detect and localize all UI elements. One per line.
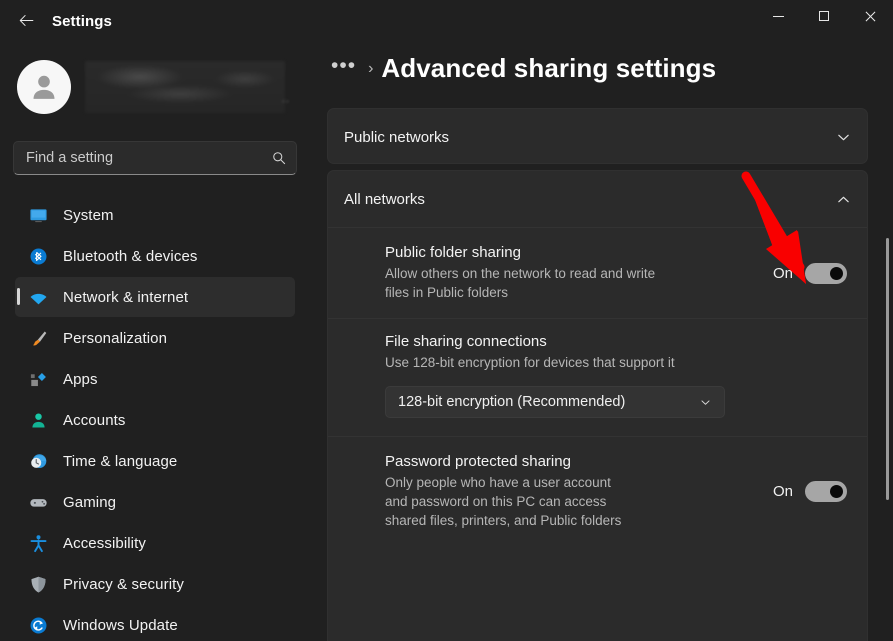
setting-description: Only people who have a user account and … bbox=[385, 475, 622, 528]
refresh-circle-icon bbox=[27, 614, 49, 636]
sidebar-nav: System Bluetooth & devices Network & int… bbox=[0, 195, 310, 641]
encryption-dropdown[interactable]: 128-bit encryption (Recommended) bbox=[385, 386, 725, 418]
sidebar-item-privacy-security[interactable]: Privacy & security bbox=[15, 564, 295, 604]
monitor-icon bbox=[27, 204, 49, 226]
sidebar-item-network-internet[interactable]: Network & internet bbox=[15, 277, 295, 317]
sidebar-item-label: Network & internet bbox=[63, 288, 189, 306]
public-folder-sharing-toggle[interactable] bbox=[805, 262, 847, 284]
close-button[interactable] bbox=[847, 0, 893, 32]
sidebar-item-label: Bluetooth & devices bbox=[63, 247, 198, 265]
sidebar-item-personalization[interactable]: Personalization bbox=[15, 318, 295, 358]
search-box[interactable] bbox=[13, 141, 297, 175]
sidebar-item-accounts[interactable]: Accounts bbox=[15, 400, 295, 440]
account-name-redacted: .. bbox=[85, 61, 289, 113]
apps-icon bbox=[27, 368, 49, 390]
sidebar-item-label: Accounts bbox=[63, 411, 126, 429]
sidebar-item-system[interactable]: System bbox=[15, 195, 295, 235]
clock-globe-icon bbox=[27, 450, 49, 472]
title-bar: Settings bbox=[0, 0, 893, 40]
shield-icon bbox=[27, 573, 49, 595]
account-tile[interactable]: .. bbox=[17, 55, 297, 119]
back-arrow-icon bbox=[19, 14, 33, 26]
sidebar: .. System bbox=[0, 40, 310, 641]
toggle-knob bbox=[830, 266, 843, 280]
sidebar-item-label: Personalization bbox=[63, 329, 168, 347]
row-password-protected-sharing: Password protected sharing Only people w… bbox=[328, 436, 867, 546]
maximize-button[interactable] bbox=[801, 0, 847, 32]
back-button[interactable] bbox=[10, 5, 42, 35]
card-public-networks: Public networks bbox=[327, 108, 868, 164]
account-person-icon bbox=[27, 409, 49, 431]
page-title: Advanced sharing settings bbox=[381, 53, 717, 83]
sidebar-item-label: Gaming bbox=[63, 493, 117, 511]
vertical-scrollbar[interactable] bbox=[886, 238, 889, 500]
gamepad-icon bbox=[27, 491, 49, 513]
minimize-button[interactable] bbox=[755, 0, 801, 32]
paintbrush-icon bbox=[27, 327, 49, 349]
search-icon bbox=[262, 151, 296, 165]
all-networks-header[interactable]: All networks bbox=[328, 171, 867, 227]
sidebar-item-label: Windows Update bbox=[63, 616, 178, 634]
main-content: ••• › Advanced sharing settings Public n… bbox=[310, 40, 893, 641]
password-protected-sharing-state: On bbox=[772, 483, 793, 500]
encryption-dropdown-value: 128-bit encryption (Recommended) bbox=[398, 394, 626, 410]
public-networks-header[interactable]: Public networks bbox=[328, 109, 867, 165]
close-icon bbox=[865, 11, 875, 21]
sidebar-item-label: Privacy & security bbox=[63, 575, 184, 593]
toggle-knob bbox=[830, 485, 843, 498]
sidebar-item-accessibility[interactable]: Accessibility bbox=[15, 523, 295, 563]
chevron-down-icon[interactable] bbox=[695, 392, 715, 412]
card-all-networks: All networks Public folder sharing Allow… bbox=[327, 170, 868, 641]
setting-description: Use 128-bit encryption for devices that … bbox=[385, 355, 675, 370]
all-networks-label: All networks bbox=[344, 190, 425, 208]
sidebar-item-label: Time & language bbox=[63, 452, 178, 470]
sidebar-item-label: Apps bbox=[63, 370, 98, 388]
sidebar-item-bluetooth-devices[interactable]: Bluetooth & devices bbox=[15, 236, 295, 276]
sidebar-item-apps[interactable]: Apps bbox=[15, 359, 295, 399]
chevron-up-icon[interactable] bbox=[833, 189, 853, 209]
breadcrumb: ••• › Advanced sharing settings bbox=[328, 53, 716, 84]
row-public-folder-sharing: Public folder sharing Allow others on th… bbox=[328, 227, 867, 318]
window-controls bbox=[755, 0, 893, 32]
sidebar-item-label: Accessibility bbox=[63, 534, 146, 552]
wifi-icon bbox=[27, 286, 49, 308]
password-protected-sharing-toggle[interactable] bbox=[805, 481, 847, 502]
setting-title: Public folder sharing bbox=[385, 244, 521, 261]
row-file-sharing-connections: File sharing connections Use 128-bit enc… bbox=[328, 318, 867, 436]
sidebar-item-time-language[interactable]: Time & language bbox=[15, 441, 295, 481]
account-overflow-dots: .. bbox=[281, 93, 290, 105]
bluetooth-icon bbox=[27, 245, 49, 267]
window-title: Settings bbox=[52, 13, 112, 30]
avatar bbox=[17, 60, 71, 114]
setting-title: Password protected sharing bbox=[385, 453, 571, 470]
setting-description: Allow others on the network to read and … bbox=[385, 266, 656, 300]
public-networks-label: Public networks bbox=[344, 128, 450, 146]
sidebar-item-gaming[interactable]: Gaming bbox=[15, 482, 295, 522]
chevron-right-icon: › bbox=[368, 59, 374, 77]
setting-title: File sharing connections bbox=[385, 333, 547, 350]
public-folder-sharing-state: On bbox=[772, 264, 793, 282]
chevron-down-icon[interactable] bbox=[833, 127, 853, 147]
sidebar-item-windows-update[interactable]: Windows Update bbox=[15, 605, 295, 641]
search-input[interactable] bbox=[14, 150, 262, 166]
breadcrumb-overflow-button[interactable]: ••• bbox=[328, 54, 359, 84]
person-avatar-icon bbox=[33, 75, 55, 99]
settings-window: Settings .. Find a setting System Blueto… bbox=[0, 0, 893, 641]
accessibility-person-icon bbox=[27, 532, 49, 554]
sidebar-item-label: System bbox=[63, 206, 114, 224]
